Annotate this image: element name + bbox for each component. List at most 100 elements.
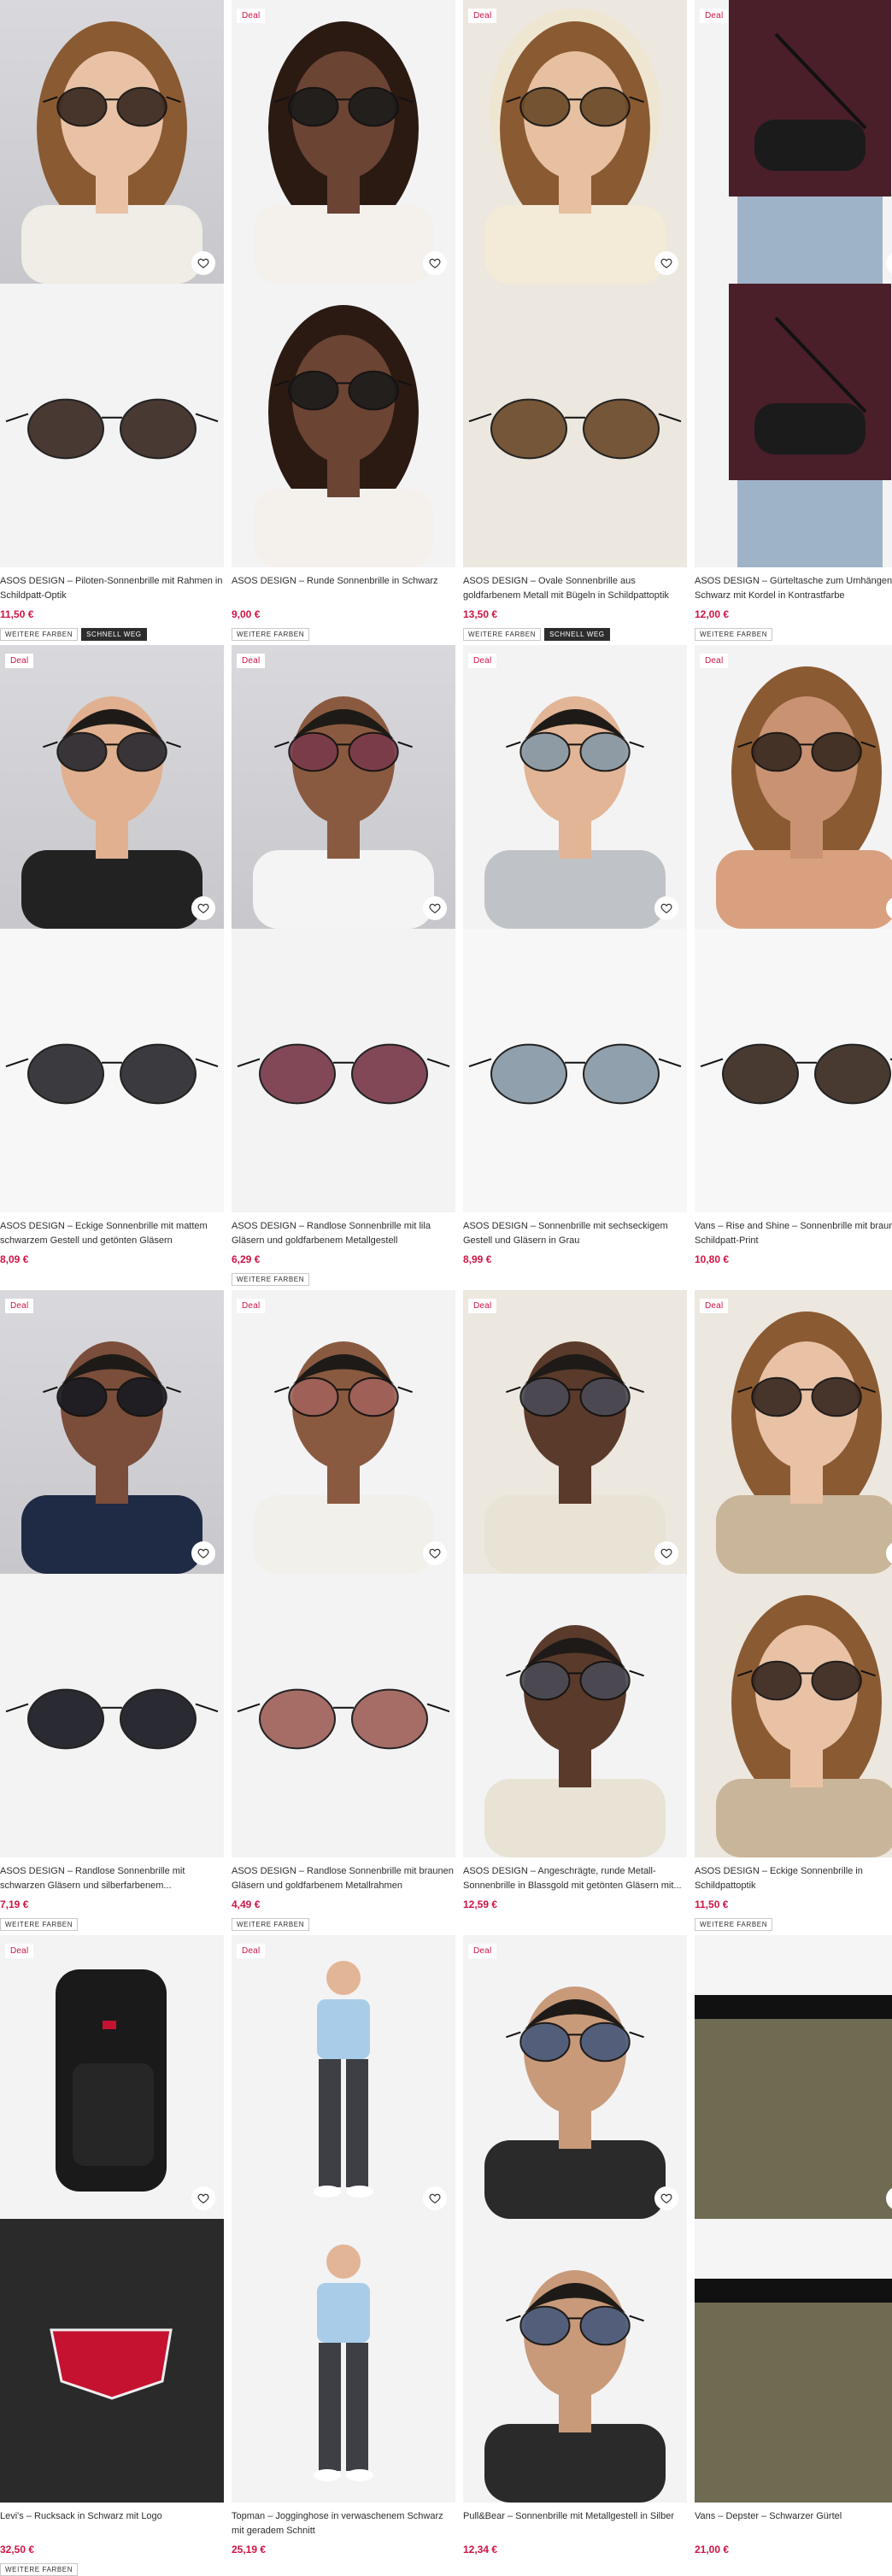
product-tags: WEITERE FARBEN [695,1916,892,1931]
product-image-alt[interactable] [0,284,224,567]
product-title[interactable]: Topman – Jogginghose in verwaschenem Sch… [232,2509,455,2538]
product-title[interactable]: ASOS DESIGN – Ovale Sonnenbrille aus gol… [463,574,687,603]
photo-model-man-sunglasses [484,1986,666,2219]
save-for-later-button[interactable] [654,1541,678,1565]
product-image-alt[interactable] [0,1574,224,1857]
product-image-main[interactable] [0,0,224,284]
product-card[interactable]: Deal ASOS DESIGN – Randlose Sonnenbrille … [0,1290,224,1931]
product-image-main[interactable]: Deal [695,1290,892,1574]
photo-model-man-sunglasses [21,1341,202,1574]
product-title[interactable]: Levi's – Rucksack in Schwarz mit Logo [0,2509,224,2538]
product-title[interactable]: Vans – Depster – Schwarzer Gürtel [695,2509,892,2538]
photo-model-woman-hood-sunglasses [484,9,666,284]
product-tags [0,1270,224,1282]
save-for-later-button[interactable] [654,896,678,920]
model-graphic [484,1625,666,1857]
photo-backpack-logo-closeup [50,2328,173,2400]
product-title[interactable]: ASOS DESIGN – Sonnenbrille mit sechsecki… [463,1219,687,1248]
product-card[interactable]: Deal Topman – Jogginghose in verwaschenem… [232,1935,455,2573]
photo-sunglasses-product [468,398,682,460]
product-image-alt[interactable] [0,2219,224,2503]
product-image-main[interactable]: Deal [0,645,224,929]
product-image-main[interactable]: Deal [232,1290,455,1574]
product-title[interactable]: ASOS DESIGN – Eckige Sonnenbrille in Sch… [695,1864,892,1893]
sunglasses-graphic [468,1043,682,1105]
product-image-main[interactable]: Deal [463,1290,687,1574]
product-image-alt[interactable] [463,2219,687,2503]
product-card[interactable]: Deal ASOS DESIGN – Ovale Sonnenbrille aus… [463,0,687,641]
save-for-later-button[interactable] [423,1541,447,1565]
product-image-alt[interactable] [695,284,892,567]
product-image-alt[interactable] [232,1574,455,1857]
product-image-alt[interactable] [463,929,687,1212]
product-card[interactable]: Deal ASOS DESIGN – Randlose Sonnenbrille … [232,1290,455,1931]
product-image-main[interactable]: Deal [463,1935,687,2219]
product-card[interactable]: Deal ASOS DESIGN – Gürteltasche zum Umhän… [695,0,892,641]
product-price: 9,00 € [232,608,261,620]
product-card[interactable]: Deal Levi's – Rucksack in Schwarz mit Log… [0,1935,224,2576]
product-card[interactable]: Deal Pull&Bear – Sonnenbrille mit Metallg… [463,1935,687,2573]
product-title[interactable]: ASOS DESIGN – Eckige Sonnenbrille mit ma… [0,1219,224,1248]
product-title[interactable]: Vans – Rise and Shine – Sonnenbrille mit… [695,1219,892,1248]
save-for-later-button[interactable] [654,2186,678,2210]
product-image-main[interactable]: Deal [0,1935,224,2219]
photo-model-man-sunglasses [484,2270,666,2503]
product-image-alt[interactable] [232,929,455,1212]
save-for-later-button[interactable] [423,896,447,920]
heart-icon [197,1548,209,1558]
sunglasses-graphic [5,1688,219,1750]
product-title[interactable]: ASOS DESIGN – Angeschrägte, runde Metall… [463,1864,687,1893]
product-image-alt[interactable] [463,1574,687,1857]
heart-icon [197,2193,209,2203]
product-title[interactable]: Pull&Bear – Sonnenbrille mit Metallgeste… [463,2509,687,2538]
product-image-main[interactable] [695,1935,892,2219]
save-for-later-button[interactable] [654,251,678,275]
product-image-main[interactable]: Deal [232,0,455,284]
product-card[interactable]: Deal ASOS DESIGN – Eckige Sonnenbrille mi… [0,645,224,1282]
product-image-alt[interactable] [463,284,687,567]
save-for-later-button[interactable] [423,2186,447,2210]
product-image-alt[interactable] [232,2219,455,2503]
product-title[interactable]: ASOS DESIGN – Randlose Sonnenbrille mit … [0,1864,224,1893]
product-image-main[interactable]: Deal [463,645,687,929]
product-card[interactable]: Deal ASOS DESIGN – Angeschrägte, runde Me… [463,1290,687,1928]
product-card[interactable]: Deal ASOS DESIGN – Eckige Sonnenbrille in… [695,1290,892,1931]
heart-icon [660,2193,672,2203]
product-card[interactable]: Deal ASOS DESIGN – Sonnenbrille mit sechs… [463,645,687,1282]
product-image-main[interactable]: Deal [0,1290,224,1574]
product-image-alt[interactable] [695,2219,892,2503]
deal-badge: Deal [700,654,729,668]
product-title[interactable]: ASOS DESIGN – Piloten-Sonnenbrille mit R… [0,574,224,603]
product-card[interactable]: Deal ASOS DESIGN – Runde Sonnenbrille in … [232,0,455,641]
product-image-alt[interactable] [232,284,455,567]
deal-badge: Deal [237,1944,266,1958]
save-for-later-button[interactable] [423,251,447,275]
product-image-main[interactable]: Deal [232,645,455,929]
more-colors-badge: WEITERE FARBEN [0,2563,79,2576]
product-image-main[interactable]: Deal [695,645,892,929]
product-title[interactable]: ASOS DESIGN – Gürteltasche zum Umhängen … [695,574,892,603]
product-image-alt[interactable] [0,929,224,1212]
save-for-later-button[interactable] [191,251,215,275]
photo-model-belt [695,2219,892,2503]
product-card[interactable]: Deal ASOS DESIGN – Randlose Sonnenbrille … [232,645,455,1286]
product-image-main[interactable]: Deal [463,0,687,284]
product-image-alt[interactable] [695,929,892,1212]
product-title[interactable]: ASOS DESIGN – Randlose Sonnenbrille mit … [232,1864,455,1893]
product-card[interactable]: ASOS DESIGN – Piloten-Sonnenbrille mit R… [0,0,224,641]
save-for-later-button[interactable] [191,1541,215,1565]
product-image-main[interactable]: Deal [232,1935,455,2219]
sunglasses-graphic [237,1043,450,1105]
save-for-later-button[interactable] [191,896,215,920]
product-image-main[interactable]: Deal [695,0,892,284]
save-for-later-button[interactable] [191,2186,215,2210]
product-title[interactable]: ASOS DESIGN – Runde Sonnenbrille in Schw… [232,574,455,603]
product-price: 10,80 € [695,1253,730,1265]
model-graphic [729,0,891,284]
product-image-alt[interactable] [695,1574,892,1857]
product-card[interactable]: Vans – Depster – Schwarzer Gürtel 21,00 € [695,1935,892,2573]
product-title[interactable]: ASOS DESIGN – Randlose Sonnenbrille mit … [232,1219,455,1248]
more-colors-badge: WEITERE FARBEN [0,628,79,641]
product-card[interactable]: Deal Vans – Rise and Shine – Sonnenbrille… [695,645,892,1282]
model-graphic [716,1595,892,1857]
